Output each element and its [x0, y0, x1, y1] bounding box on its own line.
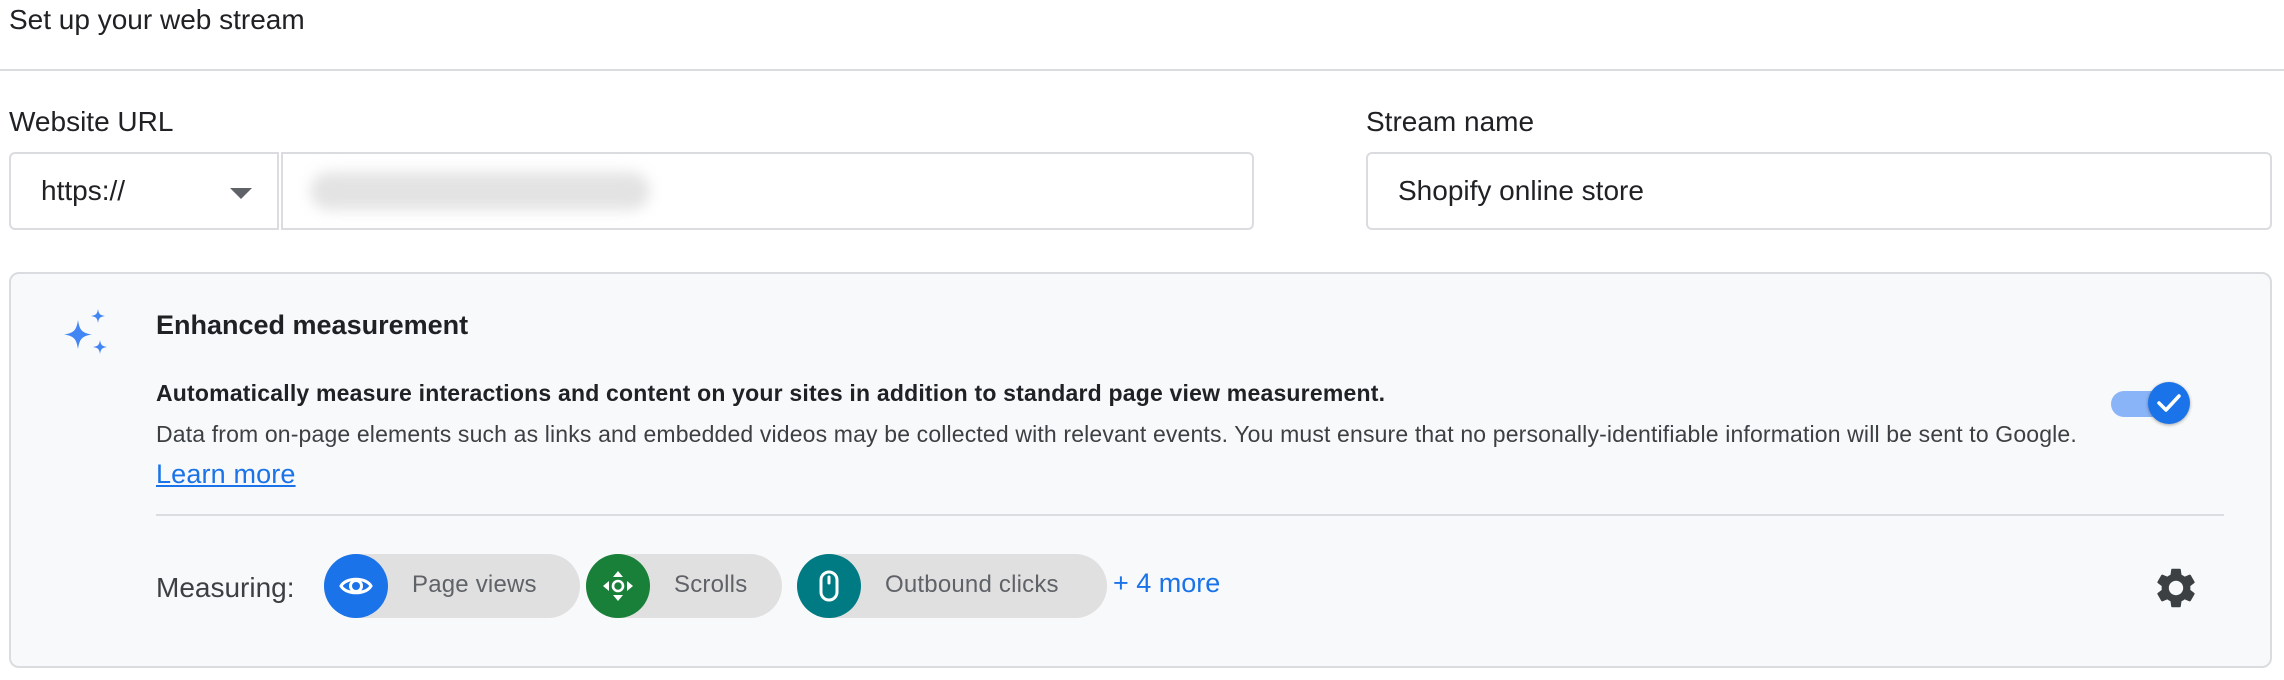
redacted-url-value — [310, 172, 650, 210]
toggle-knob — [2148, 382, 2190, 424]
dropdown-caret-icon — [230, 188, 252, 199]
title-divider — [0, 69, 2284, 71]
stream-name-label: Stream name — [1366, 106, 1535, 137]
chip-label: Scrolls — [674, 571, 748, 598]
mouse-icon — [819, 570, 839, 602]
chip-label: Outbound clicks — [885, 571, 1059, 598]
page-title: Set up your web stream — [9, 4, 305, 35]
chip-page-views[interactable]: Page views — [324, 554, 580, 618]
protocol-select[interactable]: https:// — [9, 152, 279, 230]
enhanced-measurement-title: Enhanced measurement — [156, 310, 469, 340]
enhanced-measurement-toggle[interactable] — [2109, 382, 2191, 426]
chip-scrolls[interactable]: Scrolls — [586, 554, 782, 618]
website-url-label: Website URL — [9, 106, 174, 137]
gear-icon[interactable] — [2152, 564, 2200, 612]
enhanced-measurement-description: Data from on-page elements such as links… — [156, 414, 2086, 495]
sparkle-icon — [64, 309, 107, 354]
measuring-label: Measuring: — [156, 572, 295, 603]
stream-name-input[interactable]: Shopify online store — [1366, 152, 2272, 230]
website-url-input[interactable] — [281, 152, 1254, 230]
enhanced-measurement-summary: Automatically measure interactions and c… — [156, 380, 1386, 406]
scroll-arrows-icon — [603, 571, 633, 601]
enhanced-measurement-card: Enhanced measurement Automatically measu… — [9, 272, 2272, 668]
chip-outbound-clicks[interactable]: Outbound clicks — [797, 554, 1107, 618]
eye-icon — [339, 577, 373, 595]
learn-more-link[interactable]: Learn more — [156, 459, 296, 489]
card-divider — [156, 514, 2224, 516]
check-icon — [2157, 394, 2181, 412]
stream-name-value: Shopify online store — [1398, 175, 1644, 206]
chip-label: Page views — [412, 571, 537, 598]
description-text: Data from on-page elements such as links… — [156, 421, 2077, 447]
protocol-value: https:// — [41, 175, 126, 206]
more-events-link[interactable]: + 4 more — [1113, 568, 1220, 599]
